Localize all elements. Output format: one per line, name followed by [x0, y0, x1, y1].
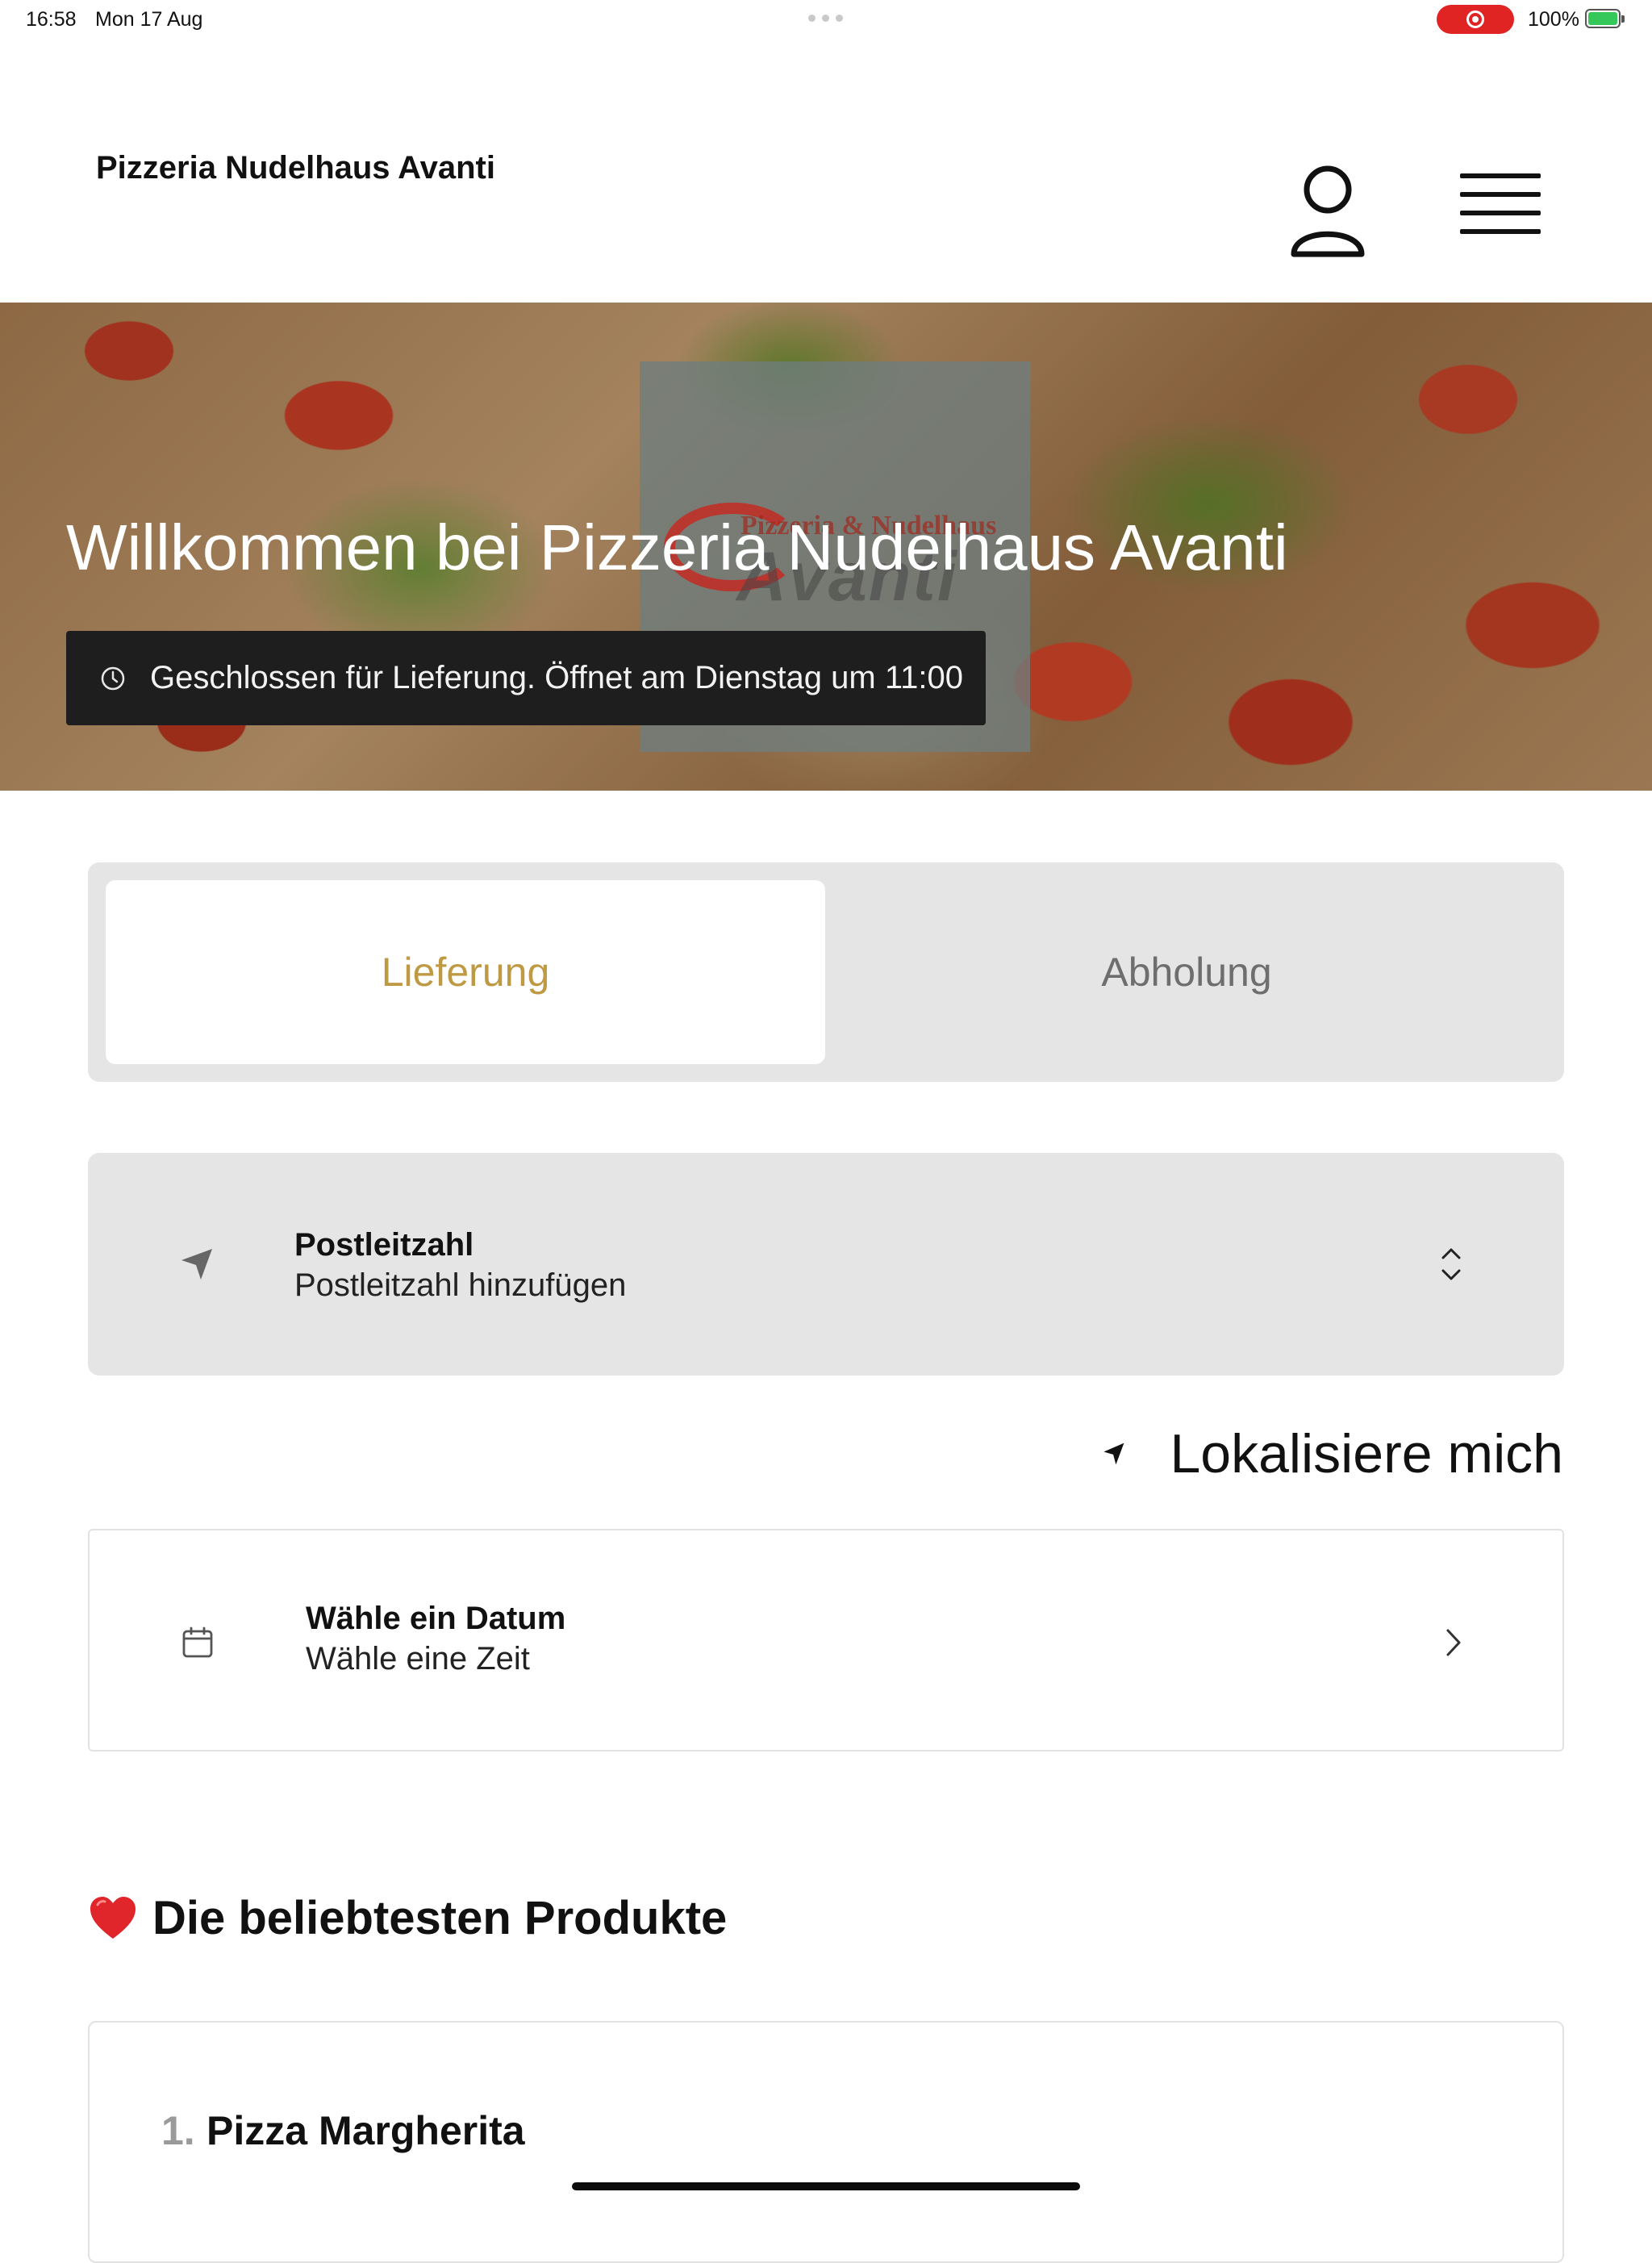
postcode-placeholder: Postleitzahl hinzufügen [294, 1267, 627, 1303]
heart-icon [90, 1896, 136, 1939]
chevron-up-down-icon [1441, 1248, 1461, 1280]
tab-abholung[interactable]: Abholung [827, 880, 1546, 1064]
tab-lieferung[interactable]: Lieferung [106, 880, 825, 1064]
locate-me-label: Lokalisiere mich [1170, 1423, 1563, 1484]
status-date: Mon 17 Aug [95, 8, 203, 31]
order-mode-toggle: Lieferung Abholung [88, 862, 1564, 1082]
location-arrow-icon [1103, 1443, 1124, 1465]
locate-me-button[interactable]: Lokalisiere mich [1101, 1418, 1563, 1490]
postcode-selector[interactable]: Postleitzahl Postleitzahl hinzufügen [88, 1153, 1564, 1376]
battery-percentage: 100% [1528, 8, 1579, 31]
opening-status-banner: Geschlossen für Lieferung. Öffnet am Die… [66, 631, 986, 725]
clock-icon [101, 666, 125, 690]
product-rank: 1. [161, 2108, 195, 2153]
status-time: 16:58 [26, 8, 77, 31]
brand-title[interactable]: Pizzeria Nudelhaus Avanti [96, 150, 495, 186]
chevron-right-icon [1446, 1629, 1461, 1656]
popular-products-heading: Die beliebtesten Produkte [88, 1891, 727, 1945]
product-card[interactable]: 1. Pizza Margherita [88, 2021, 1564, 2263]
date-label: Wähle ein Datum [306, 1601, 566, 1636]
popular-products-title: Die beliebtesten Produkte [152, 1892, 728, 1944]
time-label: Wähle eine Zeit [306, 1641, 530, 1676]
product-name: Pizza Margherita [206, 2108, 525, 2153]
postcode-title: Postleitzahl [294, 1227, 474, 1263]
multitasking-dots-icon[interactable] [808, 15, 843, 22]
screen-recording-icon[interactable] [1437, 5, 1514, 34]
date-time-selector[interactable]: Wähle ein Datum Wähle eine Zeit [88, 1529, 1564, 1752]
site-header: Pizzeria Nudelhaus Avanti [0, 40, 1652, 303]
status-bar: 16:58 Mon 17 Aug 100% [0, 0, 1652, 40]
account-button[interactable] [1287, 163, 1368, 260]
navigation-arrow-icon [181, 1249, 212, 1280]
hero-banner: Pizzeria & Nudelhaus Avanti Willkommen b… [0, 303, 1652, 791]
home-indicator[interactable] [572, 2182, 1080, 2190]
hero-title: Willkommen bei Pizzeria Nudelhaus Avanti [66, 511, 1288, 583]
person-icon [1291, 165, 1365, 257]
calendar-icon [182, 1626, 213, 1658]
opening-status-text: Geschlossen für Lieferung. Öffnet am Die… [150, 660, 963, 695]
hamburger-menu-icon[interactable] [1460, 173, 1541, 248]
battery-icon [1585, 9, 1625, 28]
